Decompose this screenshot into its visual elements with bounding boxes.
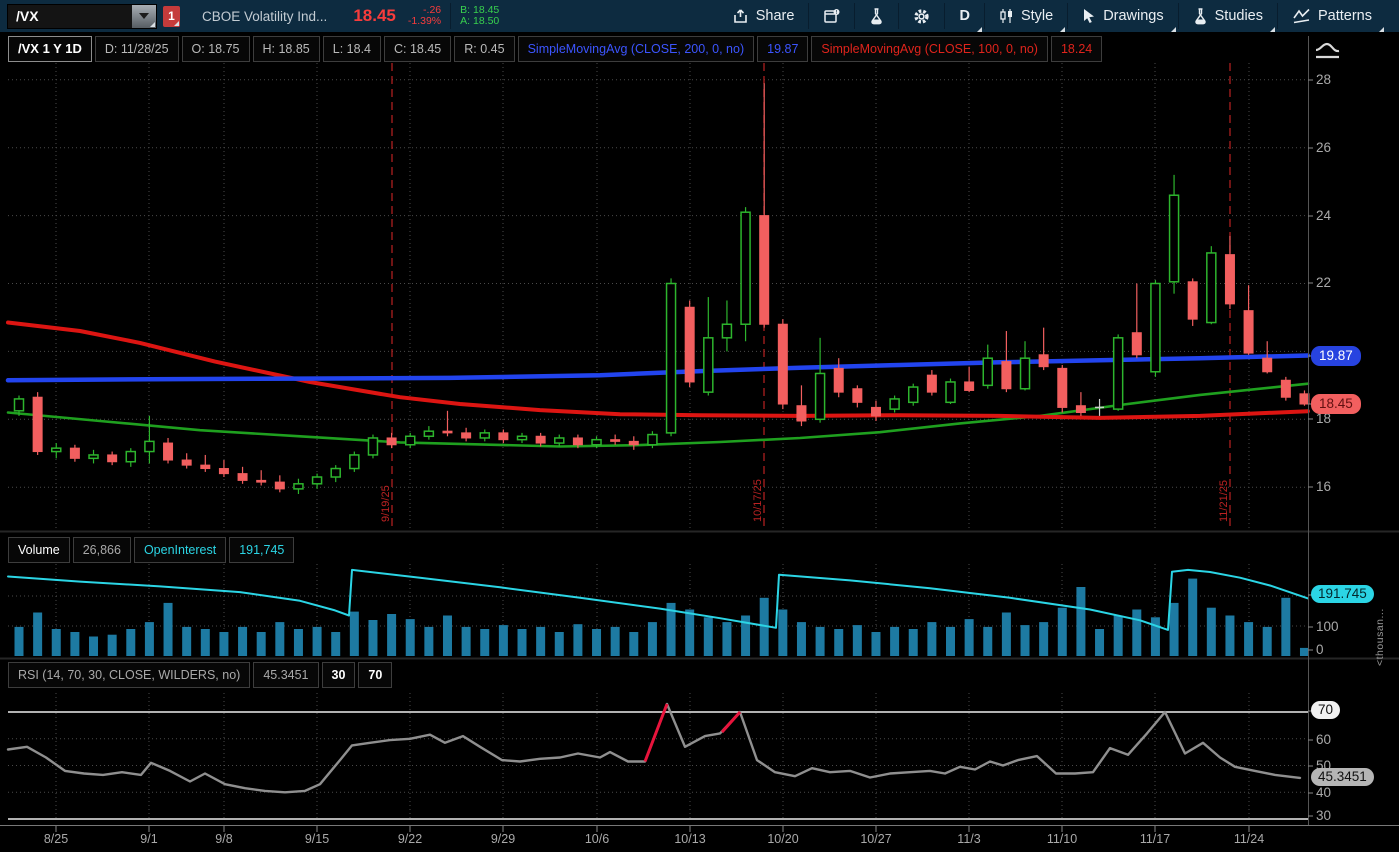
date-axis-label: 9/8 (215, 832, 232, 846)
date-axis-label: 9/15 (305, 832, 329, 846)
chart-scale-icon[interactable] (1313, 40, 1343, 67)
rsi-value-pill: 45.3451 (1311, 768, 1374, 786)
volume-cell-2[interactable]: OpenInterest (134, 537, 226, 563)
ohlc-cell-0[interactable]: D: 11/28/25 (95, 36, 179, 62)
ohlc-cell-1[interactable]: O: 18.75 (182, 36, 250, 62)
volume-cell-0[interactable]: Volume (8, 537, 70, 563)
ohlc-cell-4[interactable]: C: 18.45 (384, 36, 451, 62)
price-pill: 18.45 (1311, 394, 1361, 414)
rsi-cell-1[interactable]: 45.3451 (253, 662, 318, 688)
price-axis-label: 28 (1316, 72, 1331, 87)
volume-cell-1[interactable]: 26,866 (73, 537, 131, 563)
volume-cell-3[interactable]: 191,745 (229, 537, 294, 563)
chart-plot-area[interactable]: 9/19/25 10/17/25 11/21/25 (0, 0, 1399, 852)
rsi-pane-header: RSI (14, 70, 30, CLOSE, WILDERS, no)45.3… (8, 662, 395, 688)
rsi-cell-2[interactable]: 30 (322, 662, 356, 688)
price-axis-label: 24 (1316, 208, 1331, 223)
open-interest-pill: 191.745 (1311, 585, 1374, 603)
rsi-axis-label: 40 (1316, 785, 1331, 800)
date-axis-label: 10/20 (767, 832, 798, 846)
ohlc-cell-9[interactable]: 18.24 (1051, 36, 1102, 62)
main-chart-header: /VX 1 Y 1D D: 11/28/25O: 18.75H: 18.85L:… (8, 36, 1105, 62)
chart-title-cell[interactable]: /VX 1 Y 1D (8, 36, 92, 62)
price-axis-label: 16 (1316, 479, 1331, 494)
volume-pane-header: Volume26,866OpenInterest191,745 (8, 537, 297, 563)
ohlc-cell-3[interactable]: L: 18.4 (323, 36, 381, 62)
rsi-cell-3[interactable]: 70 (358, 662, 392, 688)
price-pill: 19.87 (1311, 346, 1361, 366)
date-axis-label: 10/27 (860, 832, 891, 846)
volume-axis-label: 0 (1316, 642, 1324, 657)
volume-axis-label: 100 (1316, 619, 1339, 634)
date-axis-label: 8/25 (44, 832, 68, 846)
ohlc-cell-5[interactable]: R: 0.45 (454, 36, 514, 62)
volume-unit-label: <thousan... (1374, 566, 1386, 666)
svg-text:9/19/25: 9/19/25 (380, 485, 392, 522)
date-axis-label: 9/22 (398, 832, 422, 846)
ohlc-cell-7[interactable]: 19.87 (757, 36, 808, 62)
thinkorswim-chart-window: /VX 1 CBOE Volatility Ind... 18.45 -.26 … (0, 0, 1399, 852)
date-axis-label: 10/6 (585, 832, 609, 846)
rsi-axis-label: 30 (1316, 808, 1331, 823)
ohlc-cell-6[interactable]: SimpleMovingAvg (CLOSE, 200, 0, no) (518, 36, 755, 62)
date-axis-label: 11/10 (1047, 832, 1077, 846)
date-axis-label: 9/1 (140, 832, 157, 846)
rsi-cell-0[interactable]: RSI (14, 70, 30, CLOSE, WILDERS, no) (8, 662, 250, 688)
price-axis-label: 26 (1316, 140, 1331, 155)
svg-text:11/21/25: 11/21/25 (1218, 480, 1230, 522)
date-axis-label: 11/17 (1140, 832, 1170, 846)
rsi-70-pill: 70 (1311, 701, 1340, 719)
date-axis-label: 10/13 (674, 832, 705, 846)
rsi-axis-label: 60 (1316, 732, 1331, 747)
svg-text:10/17/25: 10/17/25 (752, 479, 764, 522)
date-axis-label: 11/24 (1234, 832, 1264, 846)
price-axis-label: 22 (1316, 275, 1331, 290)
date-axis-label: 11/3 (957, 832, 980, 846)
ohlc-cell-8[interactable]: SimpleMovingAvg (CLOSE, 100, 0, no) (811, 36, 1048, 62)
date-axis-label: 9/29 (491, 832, 515, 846)
ohlc-cell-2[interactable]: H: 18.85 (253, 36, 320, 62)
